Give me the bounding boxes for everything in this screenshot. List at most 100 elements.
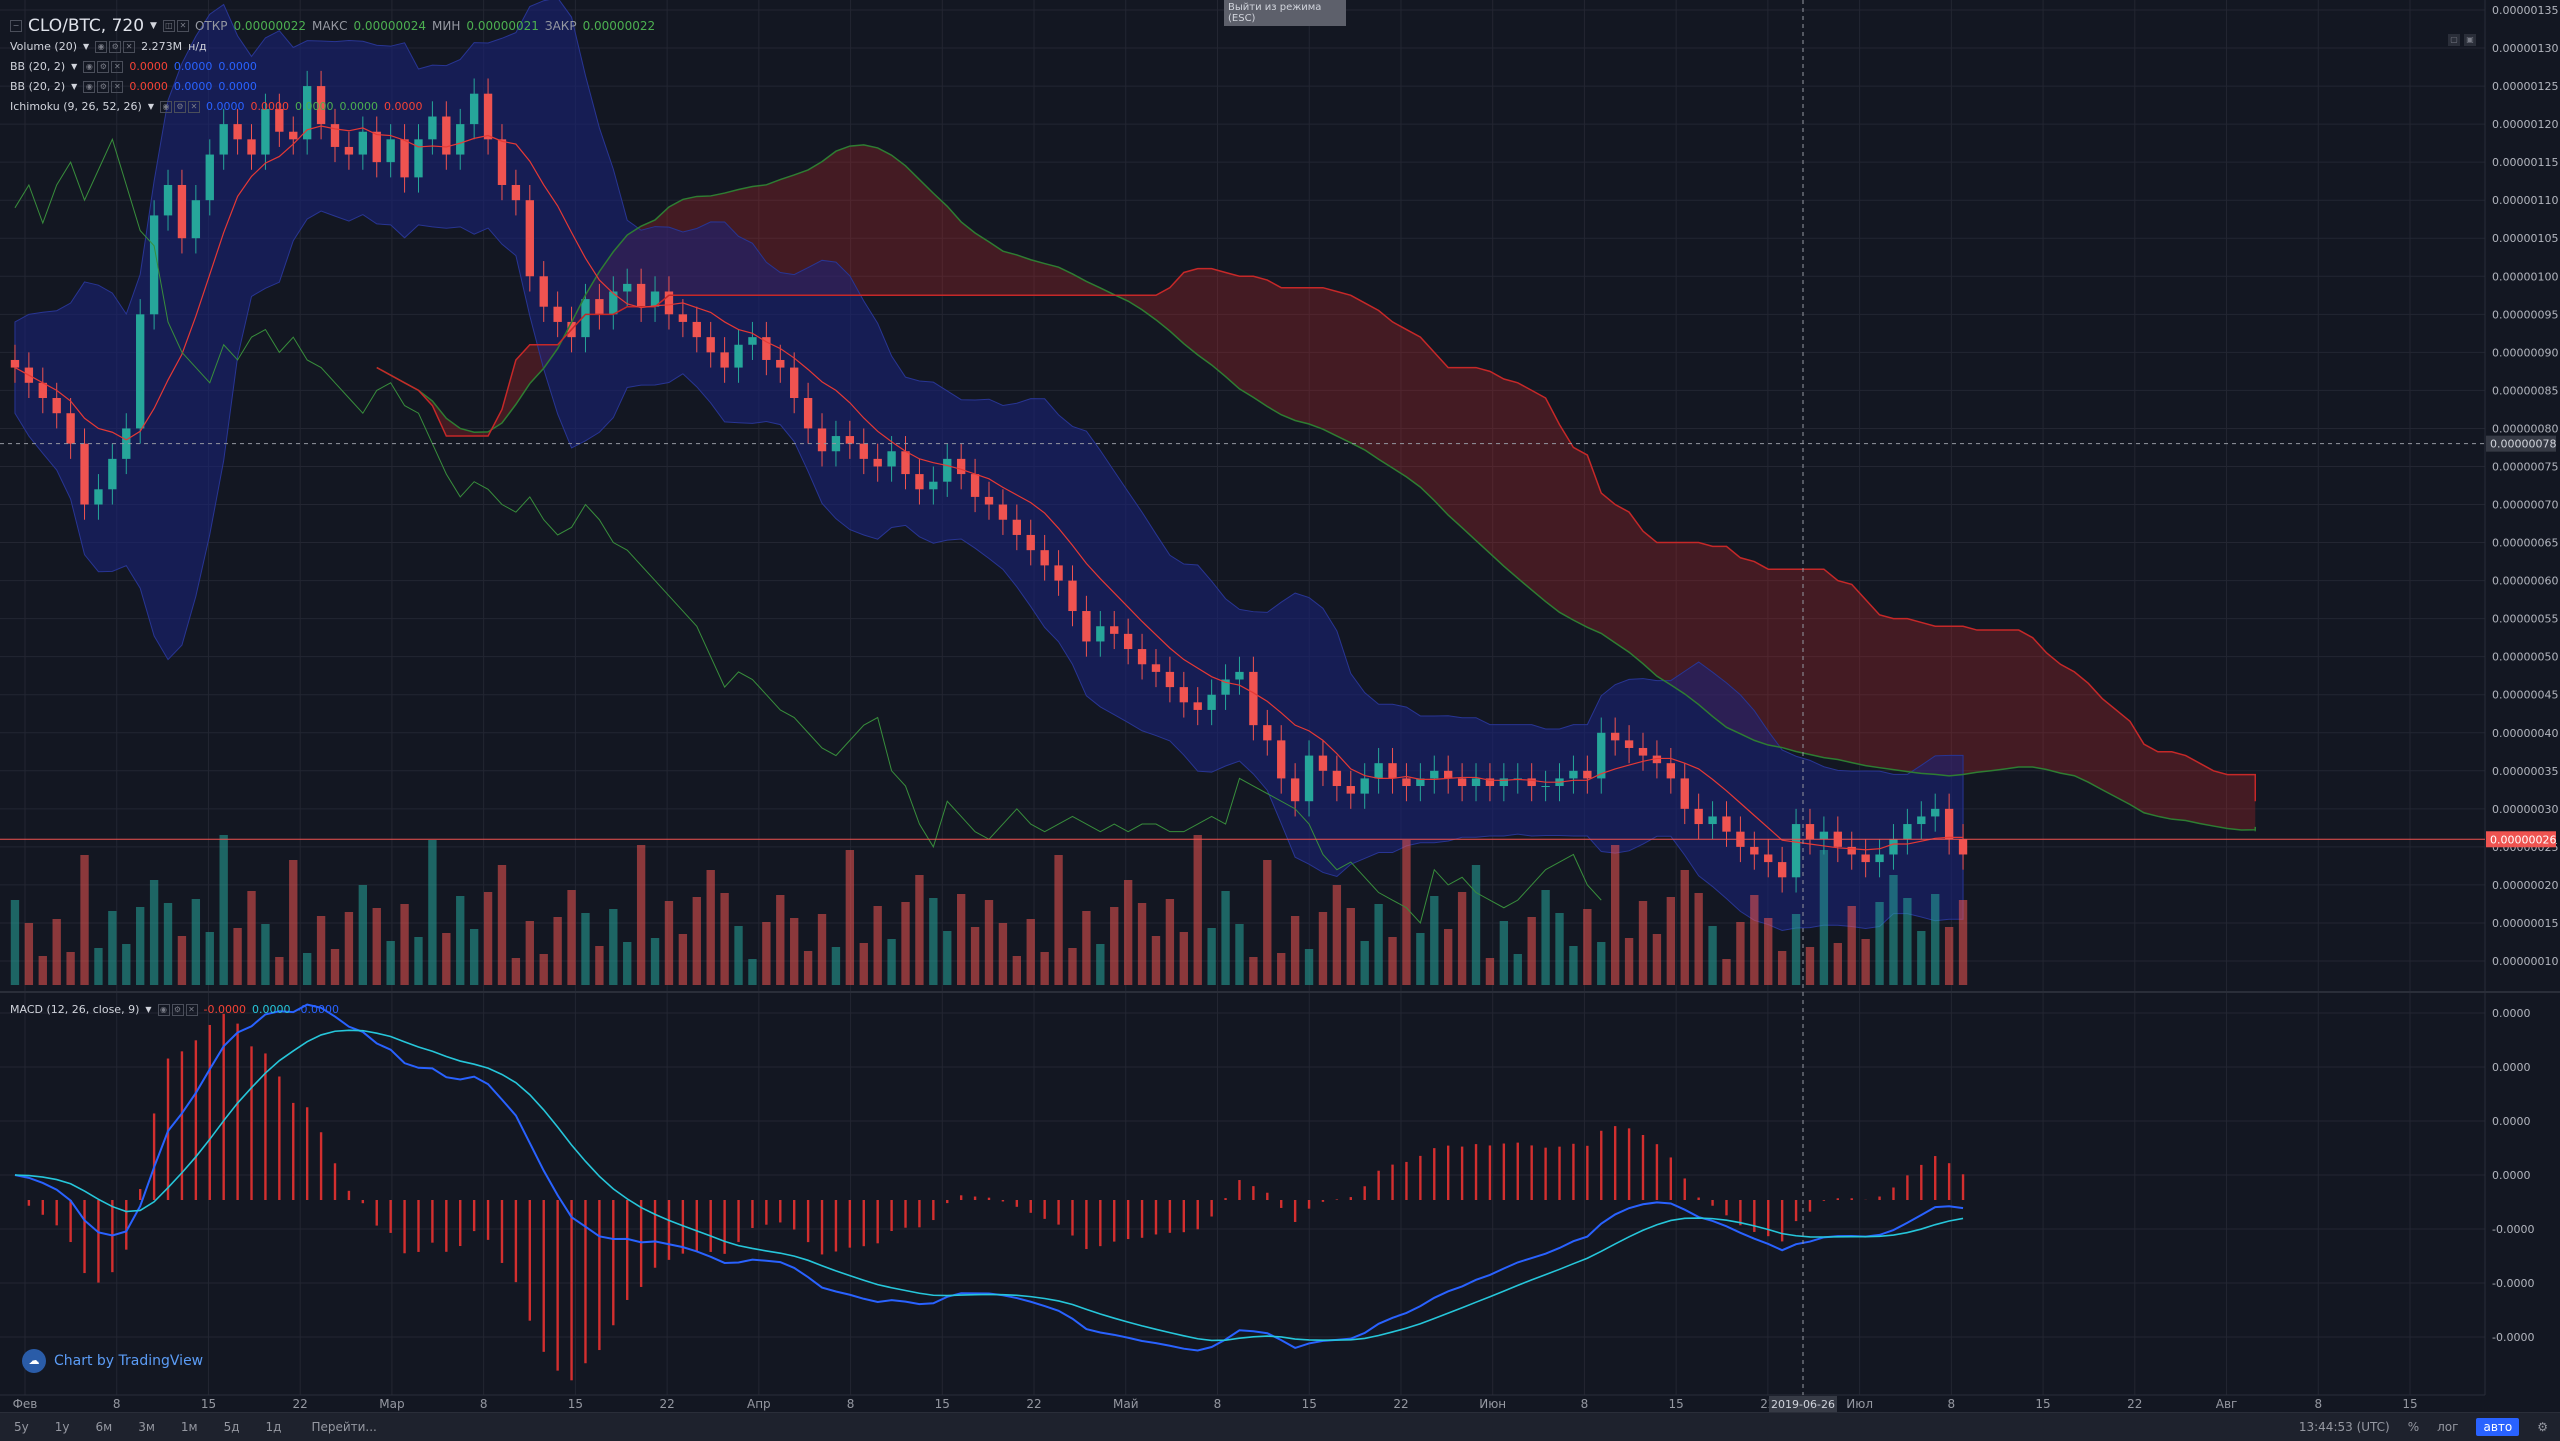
collapse-icon[interactable]: − <box>10 20 22 32</box>
volume-bar <box>526 921 534 985</box>
macd-histogram-bar <box>1002 1200 1004 1201</box>
chevron-down-icon[interactable]: ▼ <box>83 42 89 51</box>
macd-histogram-bar <box>723 1200 725 1254</box>
indicator-controls[interactable]: ◉⚙✕ <box>158 1004 198 1016</box>
restore-pane-icon[interactable]: ▣ <box>2464 34 2476 46</box>
chevron-down-icon[interactable]: ▼ <box>145 1005 151 1014</box>
candle-body <box>94 489 102 504</box>
volume-bar <box>373 908 381 985</box>
percent-toggle[interactable]: % <box>2408 1420 2419 1434</box>
macd-histogram-bar <box>1224 1198 1226 1200</box>
auto-scale-toggle[interactable]: авто <box>2476 1418 2519 1436</box>
candle-body <box>1750 847 1758 855</box>
macd-legend[interactable]: MACD (12, 26, close, 9) ▼ ◉⚙✕ -0.0000 0.… <box>10 1003 339 1016</box>
symbol-title[interactable]: CLO/BTC, 720 <box>28 16 144 36</box>
price-tick-label: 0.00000010 <box>2492 955 2558 968</box>
candle-body <box>595 299 603 314</box>
indicator-controls[interactable]: ◉⚙✕ <box>95 41 135 53</box>
candle-body <box>1639 748 1647 756</box>
macd-histogram-bar <box>1642 1135 1644 1200</box>
macd-histogram-bar <box>1280 1200 1282 1208</box>
volume-value: 2.273M <box>141 40 182 53</box>
macd-histogram-bar <box>306 1107 308 1200</box>
ichimoku-indicator-name[interactable]: Ichimoku (9, 26, 52, 26) <box>10 100 142 113</box>
chevron-down-icon[interactable]: ▼ <box>71 82 77 91</box>
volume-bar <box>1333 885 1341 985</box>
volume-bar <box>1848 906 1856 985</box>
macd-histogram-bar <box>835 1200 837 1252</box>
volume-bar <box>1096 944 1104 985</box>
branding-text[interactable]: Chart by TradingView <box>54 1353 203 1369</box>
candle-body <box>874 459 882 467</box>
timeframe-1y[interactable]: 1у <box>55 1420 70 1434</box>
macd-histogram-bar <box>668 1200 670 1260</box>
macd-tick-label: 0.0000 <box>2492 1061 2531 1074</box>
bb2-indicator-name[interactable]: BB (20, 2) <box>10 80 65 93</box>
candle-body <box>720 352 728 367</box>
timeframe-5d[interactable]: 5д <box>224 1420 240 1434</box>
volume-bar <box>776 895 784 985</box>
bb1-legend[interactable]: BB (20, 2) ▼ ◉⚙✕ 0.0000 0.0000 0.0000 <box>10 60 257 73</box>
macd-histogram-bar <box>459 1200 461 1246</box>
macd-histogram-bar <box>69 1200 71 1242</box>
macd-histogram-bar <box>139 1189 141 1200</box>
macd-histogram-bar <box>737 1200 739 1242</box>
chevron-down-icon[interactable]: ▼ <box>71 62 77 71</box>
timeframe-1m[interactable]: 1м <box>181 1420 198 1434</box>
tradingview-branding[interactable]: ☁ Chart by TradingView <box>22 1349 203 1373</box>
macd-histogram-bar <box>362 1200 364 1203</box>
volume-bar <box>1611 845 1619 985</box>
main-legend: − CLO/BTC, 720 ▼ ◫✕ ОТКР 0.00000022 МАКС… <box>10 16 655 36</box>
macd-histogram-bar <box>1169 1200 1171 1233</box>
legend-controls[interactable]: ◫✕ <box>163 20 189 32</box>
candle-body <box>53 398 61 413</box>
indicator-controls[interactable]: ◉⚙✕ <box>83 81 123 93</box>
utc-clock[interactable]: 13:44:53 (UTC) <box>2299 1420 2390 1434</box>
volume-bar <box>1194 835 1202 985</box>
gear-icon[interactable]: ⚙ <box>2537 1420 2548 1434</box>
indicator-controls[interactable]: ◉⚙✕ <box>83 61 123 73</box>
volume-legend[interactable]: Volume (20) ▼ ◉⚙✕ 2.273M н/д <box>10 40 207 53</box>
candle-body <box>1541 786 1549 787</box>
timeframe-6m[interactable]: 6м <box>96 1420 113 1434</box>
timeframe-5y[interactable]: 5у <box>14 1420 29 1434</box>
goto-date-button[interactable]: Перейти... <box>311 1420 376 1434</box>
log-toggle[interactable]: лог <box>2437 1420 2458 1434</box>
candle-body <box>345 147 353 155</box>
candle-body <box>1444 771 1452 779</box>
timeframe-1d[interactable]: 1д <box>266 1420 282 1434</box>
macd-histogram-bar <box>1322 1200 1324 1202</box>
macd-histogram-bar <box>1753 1200 1755 1232</box>
candle-body <box>1319 756 1327 771</box>
timeframe-3m[interactable]: 3м <box>138 1420 155 1434</box>
candle-body <box>1611 733 1619 741</box>
volume-bar <box>637 845 645 985</box>
macd-histogram-bar <box>56 1200 58 1225</box>
time-tick-label: 8 <box>1581 1397 1589 1411</box>
crosshair-date-label: 2019-06-26 <box>1771 1398 1835 1411</box>
time-tick-label: Мар <box>379 1397 404 1411</box>
ichimoku-lead1: 0.0000 <box>339 100 378 113</box>
volume-bar <box>1207 928 1215 985</box>
maximize-pane-icon[interactable]: ▢ <box>2448 34 2460 46</box>
volume-indicator-name[interactable]: Volume (20) <box>10 40 77 53</box>
bb1-indicator-name[interactable]: BB (20, 2) <box>10 60 65 73</box>
chevron-down-icon[interactable]: ▼ <box>148 102 154 111</box>
bb2-legend[interactable]: BB (20, 2) ▼ ◉⚙✕ 0.0000 0.0000 0.0000 <box>10 80 257 93</box>
macd-histogram-bar <box>1614 1126 1616 1200</box>
time-tick-label: 15 <box>935 1397 950 1411</box>
candle-body <box>1138 649 1146 664</box>
volume-bar <box>1597 942 1605 985</box>
macd-histogram-bar <box>1155 1200 1157 1234</box>
ichimoku-legend[interactable]: Ichimoku (9, 26, 52, 26) ▼ ◉⚙✕ 0.0000 0.… <box>10 100 422 113</box>
macd-indicator-name[interactable]: MACD (12, 26, close, 9) <box>10 1003 139 1016</box>
volume-bar <box>540 954 548 985</box>
indicator-controls[interactable]: ◉⚙✕ <box>160 101 200 113</box>
volume-bar <box>943 931 951 985</box>
exit-fullscreen-tip[interactable]: Выйти из режима (ESC) <box>1224 0 1346 26</box>
macd-histogram-bar <box>1030 1200 1032 1213</box>
volume-bar <box>39 956 47 985</box>
macd-histogram-bar <box>1906 1175 1908 1200</box>
chevron-down-icon[interactable]: ▼ <box>150 21 157 31</box>
chart-canvas[interactable]: Фев81522Мар81522Апр81522Май81522Июн81522… <box>0 0 2560 1412</box>
